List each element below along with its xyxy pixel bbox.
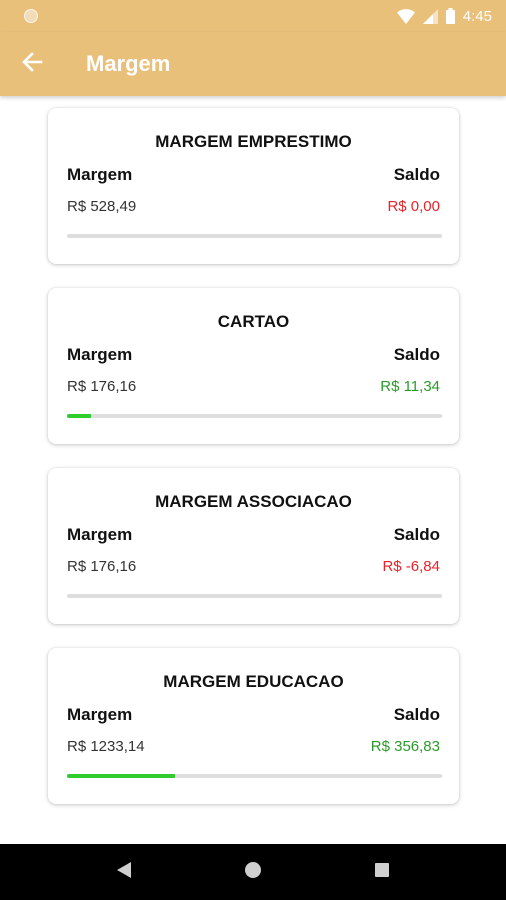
square-recents-icon — [374, 862, 390, 883]
card-margem-emprestimo: MARGEM EMPRESTIMO Margem Saldo R$ 528,49… — [48, 108, 459, 264]
notification-dot-icon — [24, 9, 38, 23]
status-bar: 4:45 — [0, 0, 506, 32]
margem-label: Margem — [67, 165, 133, 184]
margem-value: R$ 176,16 — [67, 378, 137, 395]
battery-icon — [445, 8, 455, 24]
saldo-value: R$ 356,83 — [370, 738, 440, 755]
saldo-label: Saldo — [393, 345, 440, 364]
card-title: MARGEM ASSOCIACAO — [155, 492, 352, 511]
progress-bar — [67, 594, 442, 598]
margem-label: Margem — [67, 705, 133, 724]
app-bar: Margem — [0, 32, 506, 96]
progress-bar — [67, 774, 442, 778]
card-title: MARGEM EMPRESTIMO — [155, 132, 352, 151]
circle-home-icon — [244, 861, 262, 884]
signal-icon — [422, 8, 438, 24]
saldo-value: R$ 11,34 — [380, 378, 440, 395]
saldo-label: Saldo — [393, 165, 440, 184]
card-margem-associacao: MARGEM ASSOCIACAO Margem Saldo R$ 176,16… — [48, 468, 459, 624]
card-title: CARTAO — [217, 312, 290, 331]
progress-bar-fill — [67, 414, 91, 418]
margem-value: R$ 176,16 — [67, 558, 137, 575]
clock: 4:45 — [462, 7, 492, 25]
progress-bar — [67, 414, 442, 418]
margem-label: Margem — [67, 345, 133, 364]
nav-recents-button[interactable] — [358, 848, 406, 896]
arrow-left-icon — [21, 51, 43, 78]
card-cartao: CARTAO Margem Saldo R$ 176,16 R$ 11,34 — [48, 288, 459, 444]
system-navigation-bar — [0, 844, 506, 900]
nav-back-button[interactable] — [100, 848, 148, 896]
nav-home-button[interactable] — [229, 848, 277, 896]
saldo-value: R$ 0,00 — [387, 198, 440, 215]
progress-bar — [67, 234, 442, 238]
page-title: Margem — [86, 51, 171, 76]
margem-value: R$ 528,49 — [67, 198, 137, 215]
saldo-label: Saldo — [393, 525, 440, 544]
margem-value: R$ 1233,14 — [67, 738, 145, 755]
card-margem-educacao: MARGEM EDUCACAO Margem Saldo R$ 1233,14 … — [48, 648, 459, 804]
saldo-label: Saldo — [393, 705, 440, 724]
back-button[interactable] — [0, 32, 64, 96]
status-right: 4:45 — [396, 7, 492, 25]
triangle-back-icon — [116, 861, 132, 884]
margin-list: MARGEM EMPRESTIMO Margem Saldo R$ 528,49… — [0, 96, 506, 844]
margem-label: Margem — [67, 525, 133, 544]
card-title: MARGEM EDUCACAO — [163, 672, 344, 691]
progress-bar-fill — [67, 774, 176, 778]
wifi-icon — [396, 8, 415, 24]
saldo-value: R$ -6,84 — [382, 558, 440, 575]
